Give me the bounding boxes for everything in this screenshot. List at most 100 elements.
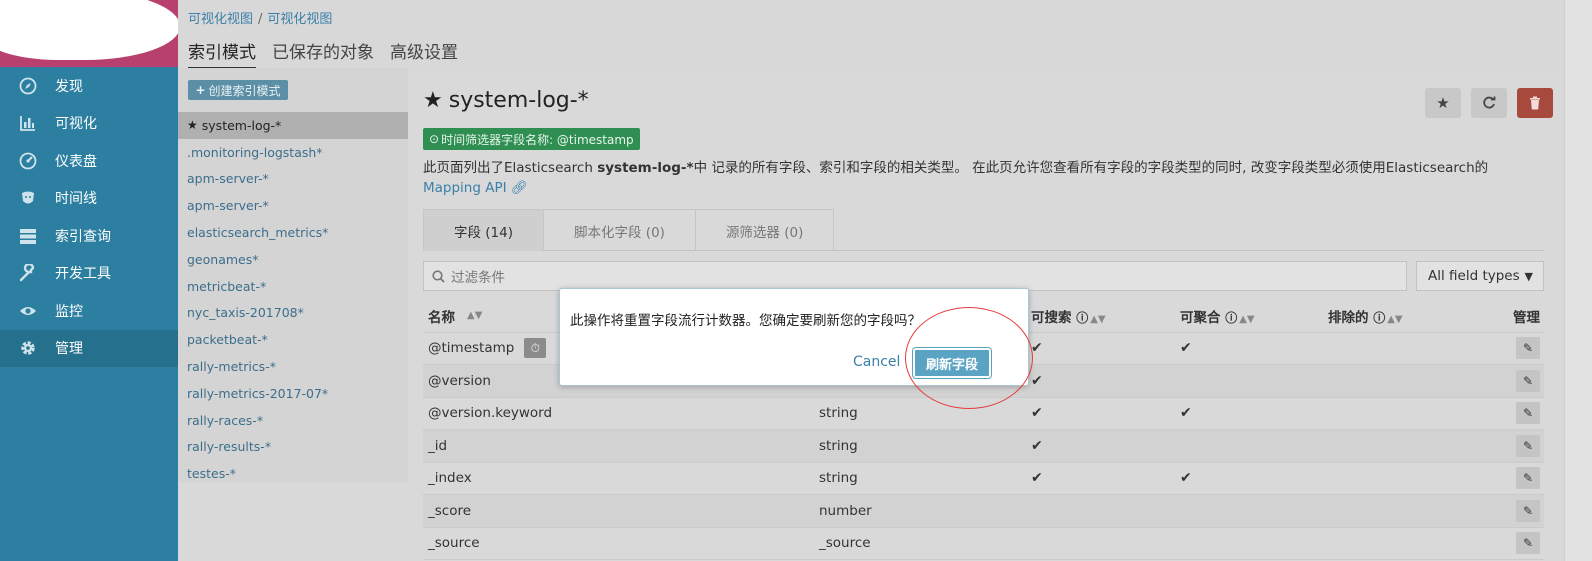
index-pattern-label: apm-server-*: [187, 198, 269, 214]
edit-field-button[interactable]: ✎: [1516, 402, 1540, 425]
refresh-icon: [1483, 96, 1496, 109]
pencil-icon: ✎: [1522, 373, 1534, 388]
tab-advanced-settings[interactable]: 高级设置: [390, 38, 458, 69]
nav-item-index-query[interactable]: 索引查询: [0, 217, 178, 255]
nav-item-visualize[interactable]: 可视化: [0, 105, 178, 143]
index-pattern-item[interactable]: ★ system-log-*: [178, 112, 408, 139]
breadcrumb-link[interactable]: 可视化视图: [188, 12, 253, 27]
col-header-manage: 管理: [1513, 309, 1540, 326]
index-pattern-item[interactable]: nyc_taxis-201708*: [178, 300, 408, 327]
wrench-icon: [18, 263, 38, 283]
nav-item-dev-tools[interactable]: 开发工具: [0, 255, 178, 293]
nav-item-dashboard[interactable]: 仪表盘: [0, 142, 178, 180]
trash-icon: [1530, 96, 1540, 110]
nav-label: 可视化: [55, 116, 97, 133]
table-row: _score number ✎: [423, 495, 1544, 528]
top-bar: 可视化视图 / 可视化视图 索引模式 已保存的对象 高级设置: [178, 0, 1592, 69]
nav-label: 索引查询: [55, 228, 111, 245]
edit-field-button[interactable]: ✎: [1516, 434, 1540, 457]
index-pattern-item[interactable]: testes-*: [178, 460, 408, 487]
header-actions: ★: [1425, 88, 1553, 118]
edit-field-button[interactable]: ✎: [1516, 532, 1540, 555]
index-pattern-label: rally-results-*: [187, 439, 272, 455]
pencil-icon: ✎: [1522, 438, 1534, 453]
index-pattern-item[interactable]: rally-metrics-2017-07*: [178, 380, 408, 407]
field-type: number: [819, 502, 872, 519]
pencil-icon: ✎: [1522, 471, 1534, 486]
edit-field-button[interactable]: ✎: [1516, 499, 1540, 522]
col-header-aggregatable[interactable]: 可聚合 ⓘ ▲▼: [1174, 306, 1324, 326]
edit-field-button[interactable]: ✎: [1516, 369, 1540, 392]
col-header-label: 可搜索: [1031, 309, 1072, 326]
table-row: _source _source ✎: [423, 528, 1544, 560]
index-pattern-label: packetbeat-*: [187, 332, 268, 348]
index-pattern-item[interactable]: apm-server-*: [178, 166, 408, 193]
time-field-badge: ⊙ 时间筛选器字段名称: @timestamp: [423, 128, 640, 150]
pencil-icon: ✎: [1522, 503, 1534, 518]
field-type: string: [819, 405, 858, 422]
nav-item-timelion[interactable]: 时间线: [0, 180, 178, 218]
breadcrumb-separator: /: [258, 12, 263, 27]
index-pattern-item[interactable]: metricbeat-*: [178, 273, 408, 300]
caret-down-icon: ▼: [1524, 270, 1533, 283]
index-pattern-label: elasticsearch_metrics*: [187, 225, 329, 241]
filter-input[interactable]: 过滤条件: [423, 261, 1407, 291]
left-nav: 发现 可视化 仪表盘 时间线 索引查询 开发工具 监控 管理: [0, 0, 178, 561]
compass-icon: [18, 76, 38, 96]
field-type: _source: [819, 535, 871, 552]
redacted-logo: [0, 0, 178, 60]
server-icon: [18, 226, 38, 246]
nav-label: 仪表盘: [55, 153, 97, 170]
nav-item-discover[interactable]: 发现: [0, 67, 178, 105]
index-pattern-item[interactable]: geonames*: [178, 246, 408, 273]
plus-icon: +: [195, 83, 206, 97]
index-pattern-label: metricbeat-*: [187, 278, 267, 294]
searchable-check: ✔: [1031, 405, 1043, 422]
page-title: ★ system-log-*: [423, 88, 589, 113]
tab-index-patterns[interactable]: 索引模式: [188, 38, 256, 69]
index-pattern-list: ★ system-log-* .monitoring-logstash* apm-…: [178, 112, 408, 487]
sort-icon: ▲▼: [467, 310, 483, 322]
field-type-value: All field types: [1428, 268, 1520, 284]
tab-fields[interactable]: 字段 (14): [423, 209, 545, 251]
aggregatable-check: ✔: [1180, 340, 1192, 357]
delete-index-pattern-button[interactable]: [1517, 88, 1553, 118]
col-header-excluded[interactable]: 排除的 ⓘ ▲▼: [1324, 306, 1484, 326]
index-pattern-item[interactable]: rally-races-*: [178, 407, 408, 434]
gear-icon: [18, 338, 38, 358]
brand-logo[interactable]: [0, 0, 178, 67]
cancel-button[interactable]: Cancel: [853, 354, 900, 370]
tab-saved-objects[interactable]: 已保存的对象: [272, 38, 374, 69]
timelion-icon: [18, 188, 38, 208]
index-pattern-item[interactable]: packetbeat-*: [178, 326, 408, 353]
mapping-api-link[interactable]: Mapping API 🔗︎: [423, 180, 528, 196]
nav-item-monitoring[interactable]: 监控: [0, 292, 178, 330]
set-default-button[interactable]: ★: [1425, 88, 1461, 118]
index-pattern-item[interactable]: rally-results-*: [178, 434, 408, 461]
index-pattern-item[interactable]: rally-metrics-*: [178, 353, 408, 380]
tab-source-filters[interactable]: 源筛选器 (0): [694, 209, 835, 251]
searchable-check: ✔: [1031, 437, 1043, 454]
nav-label: 管理: [55, 341, 83, 358]
table-row: _index string ✔ ✔ ✎: [423, 463, 1544, 495]
nav-item-management[interactable]: 管理: [0, 329, 178, 367]
edit-field-button[interactable]: ✎: [1516, 467, 1540, 490]
index-pattern-item[interactable]: elasticsearch_metrics*: [178, 219, 408, 246]
index-pattern-item[interactable]: .monitoring-logstash*: [178, 139, 408, 166]
index-pattern-label: rally-races-*: [187, 412, 264, 428]
page-scrollbar[interactable]: [1564, 0, 1592, 561]
index-pattern-item[interactable]: apm-server-*: [178, 192, 408, 219]
tab-scripted-fields[interactable]: 脚本化字段 (0): [543, 209, 696, 251]
index-pattern-label: nyc_taxis-201708*: [187, 305, 304, 321]
create-index-pattern-button[interactable]: + 创建索引模式: [188, 80, 288, 100]
pencil-icon: ✎: [1522, 341, 1534, 356]
table-row: _id string ✔ ✎: [423, 430, 1544, 463]
sort-icon: ▲▼: [1090, 313, 1106, 325]
time-field-text: 时间筛选器字段名称: @timestamp: [441, 132, 634, 147]
edit-field-button[interactable]: ✎: [1516, 337, 1540, 360]
breadcrumb-current[interactable]: 可视化视图: [267, 12, 332, 27]
col-header-searchable[interactable]: 可搜索 ⓘ ▲▼: [1025, 306, 1174, 326]
refresh-fields-button[interactable]: [1471, 88, 1507, 118]
field-type-select[interactable]: All field types ▼: [1416, 261, 1544, 291]
eye-icon: [18, 301, 38, 321]
